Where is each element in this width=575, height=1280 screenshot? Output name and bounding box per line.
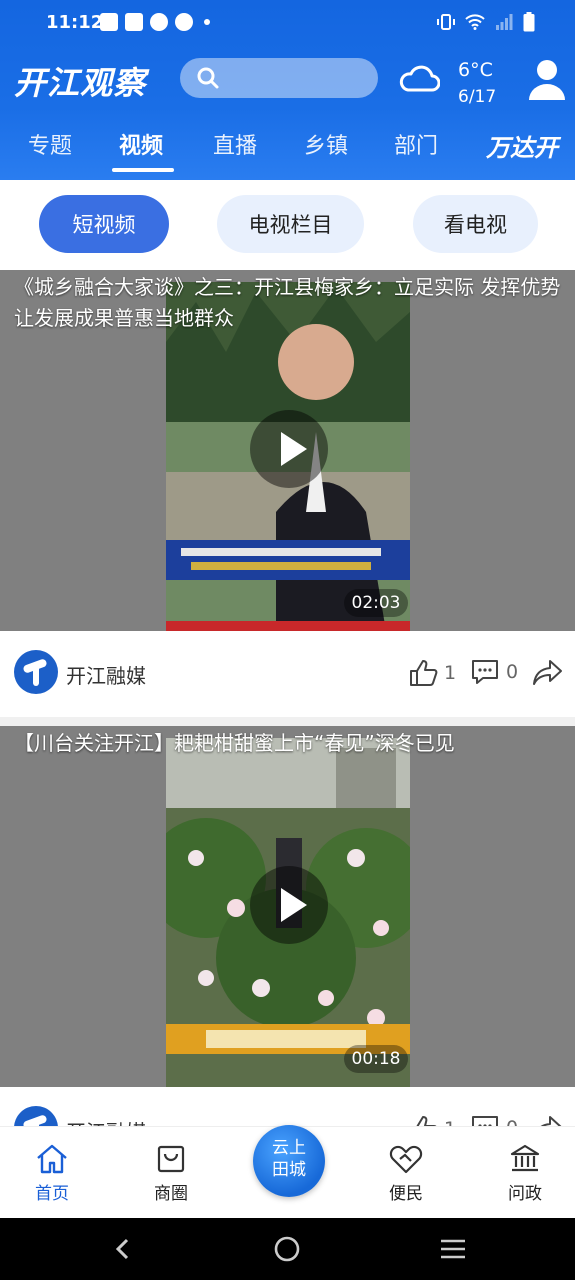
status-time: 11:12 — [46, 12, 104, 33]
bottom-navigation: 首页 商圈 云上田城 便民 问政 — [0, 1125, 575, 1218]
compass-icon — [175, 13, 193, 31]
nav-home[interactable]: 首页 — [17, 1143, 87, 1204]
like-button[interactable]: 1 — [408, 658, 456, 688]
recent-apps-icon[interactable] — [440, 1238, 466, 1260]
source-logo-icon — [14, 1106, 58, 1126]
like-count: 1 — [444, 1118, 456, 1126]
tab-live[interactable]: 直播 — [213, 128, 257, 160]
video-duration: 02:03 — [344, 589, 408, 617]
subtab-short-video[interactable]: 短视频 — [39, 195, 169, 253]
channel-tabs: 专题 视频 直播 乡镇 部门 万达开 — [0, 128, 575, 172]
nav-mall[interactable]: 商圈 — [136, 1143, 206, 1204]
comment-button[interactable]: 0 — [470, 658, 518, 686]
cloud-tiancheng-button[interactable]: 云上田城 — [253, 1125, 325, 1197]
weather-date: 6/17 — [458, 87, 497, 107]
card-meta: 开江融媒 1 0 — [0, 1087, 575, 1126]
battery-icon — [523, 12, 535, 32]
signal-icon — [496, 14, 513, 30]
cloud-icon — [399, 65, 440, 92]
home-circle-icon[interactable] — [274, 1236, 300, 1262]
notification-icons — [100, 13, 210, 31]
like-count: 1 — [444, 662, 457, 684]
tab-video[interactable]: 视频 — [119, 128, 163, 160]
shopping-bag-icon — [157, 1145, 185, 1173]
cloud-tiancheng-label: 云上田城 — [272, 1138, 306, 1180]
tab-wandakai[interactable]: 万达开 — [486, 128, 558, 163]
nav-mall-label: 商圈 — [154, 1184, 188, 1204]
like-button[interactable]: 1 — [408, 1114, 456, 1126]
comment-icon — [472, 1116, 498, 1126]
subtab-watch-tv[interactable]: 看电视 — [413, 195, 538, 253]
comment-button[interactable]: 0 — [470, 1114, 518, 1126]
comment-icon — [472, 660, 498, 684]
vibrate-icon — [437, 14, 455, 30]
thumb-up-icon — [410, 660, 438, 686]
nav-politics[interactable]: 问政 — [490, 1143, 560, 1204]
active-tab-indicator — [112, 168, 174, 172]
play-button[interactable] — [250, 410, 328, 488]
mail-icon — [100, 13, 118, 31]
tab-departments[interactable]: 部门 — [394, 128, 438, 160]
weather-temperature: 6°C — [458, 59, 493, 81]
tab-topics[interactable]: 专题 — [28, 128, 72, 160]
video-sub-tabs: 短视频 电视栏目 看电视 — [0, 180, 575, 270]
video-card[interactable]: 【川台关注开江】耙耙柑甜蜜上市“春见”深冬已见 00:18 开江融媒 1 0 — [0, 726, 575, 1126]
user-icon[interactable] — [527, 58, 567, 100]
wifi-icon — [465, 14, 485, 30]
back-icon[interactable] — [113, 1238, 131, 1260]
share-icon — [540, 1116, 562, 1126]
header: 11:12 开江观察 6°C 6/17 专题 视频 直播 乡镇 部门 万达开 — [0, 0, 575, 180]
compass-icon — [150, 13, 168, 31]
video-title[interactable]: 《城乡融合大家谈》之三：开江县梅家乡：立足实际 发挥优势 让发展成果普惠当地群众 — [14, 272, 570, 334]
nav-service[interactable]: 便民 — [371, 1143, 441, 1204]
subtab-tv-programs[interactable]: 电视栏目 — [217, 195, 364, 253]
search-input[interactable] — [230, 58, 370, 98]
video-card[interactable]: 《城乡融合大家谈》之三：开江县梅家乡：立足实际 发挥优势 让发展成果普惠当地群众… — [0, 270, 575, 726]
government-building-icon — [510, 1144, 540, 1172]
system-status-icons — [437, 12, 535, 32]
thumb-up-icon — [411, 1116, 437, 1126]
system-navigation-bar — [0, 1218, 575, 1280]
nav-service-label: 便民 — [389, 1184, 423, 1204]
source-name[interactable]: 开江融媒 — [66, 1116, 146, 1126]
nav-politics-label: 问政 — [508, 1184, 542, 1204]
video-duration: 00:18 — [344, 1045, 408, 1073]
play-button[interactable] — [250, 866, 328, 944]
source-logo-icon — [14, 650, 58, 694]
video-feed: 《城乡融合大家谈》之三：开江县梅家乡：立足实际 发挥优势 让发展成果普惠当地群众… — [0, 270, 575, 1126]
search-icon — [197, 67, 219, 89]
app-logo: 开江观察 — [14, 64, 147, 102]
app-screen: 11:12 开江观察 6°C 6/17 专题 视频 直播 乡镇 部门 万达开 短… — [0, 0, 575, 1280]
status-bar: 11:12 — [0, 0, 575, 48]
video-player[interactable]: 【川台关注开江】耙耙柑甜蜜上市“春见”深冬已见 00:18 — [0, 726, 575, 1087]
video-title[interactable]: 【川台关注开江】耙耙柑甜蜜上市“春见”深冬已见 — [14, 728, 570, 759]
share-button[interactable] — [532, 658, 564, 686]
heart-handshake-icon — [389, 1145, 423, 1174]
home-icon — [37, 1144, 67, 1174]
video-player[interactable]: 《城乡融合大家谈》之三：开江县梅家乡：立足实际 发挥优势 让发展成果普惠当地群众… — [0, 270, 575, 631]
nav-home-label: 首页 — [35, 1184, 69, 1204]
tab-towns[interactable]: 乡镇 — [304, 128, 348, 160]
share-button[interactable] — [532, 1114, 564, 1126]
source-name[interactable]: 开江融媒 — [66, 660, 146, 689]
mail-icon — [125, 13, 143, 31]
search-bar[interactable] — [180, 58, 378, 98]
comment-count: 0 — [506, 661, 519, 683]
share-icon — [533, 660, 562, 685]
card-divider — [0, 717, 575, 726]
comment-count: 0 — [506, 1117, 518, 1126]
more-dot-icon — [204, 19, 210, 25]
card-meta: 开江融媒 1 0 — [0, 631, 575, 717]
